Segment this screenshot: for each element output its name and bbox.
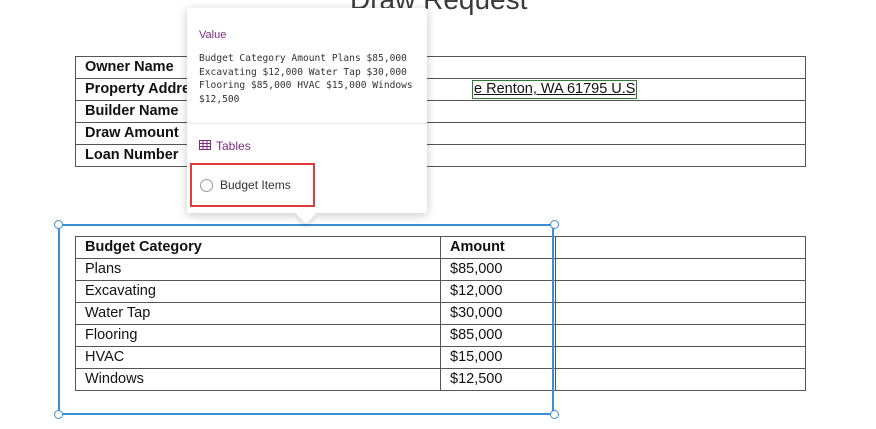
column-header-empty <box>555 236 806 259</box>
value-popup: Value Budget Category Amount Plans $85,0… <box>187 8 427 224</box>
selection-frame[interactable] <box>58 224 554 415</box>
table-row: Owner Name <box>75 56 806 79</box>
table-row: Property Address e Renton, WA 61795 U.S <box>75 78 806 101</box>
empty-cell <box>555 346 806 369</box>
popup-pointer <box>296 204 316 224</box>
budget-items-label: Budget Items <box>220 178 291 192</box>
tables-label: Tables <box>216 139 251 153</box>
resize-handle-top-right[interactable] <box>550 220 559 229</box>
tables-section[interactable]: Tables <box>199 139 251 153</box>
empty-cell <box>555 368 806 391</box>
budget-items-option[interactable]: Budget Items <box>190 163 315 207</box>
empty-cell <box>555 324 806 347</box>
popup-value-text: Budget Category Amount Plans $85,000 Exc… <box>199 53 413 105</box>
table-icon <box>199 139 211 153</box>
popup-divider <box>187 123 427 124</box>
resize-handle-top-left[interactable] <box>54 220 63 229</box>
resize-handle-bottom-right[interactable] <box>550 410 559 419</box>
property-address-value[interactable]: e Renton, WA 61795 U.S <box>472 80 638 99</box>
empty-cell <box>555 302 806 325</box>
empty-cell <box>555 258 806 281</box>
table-row: Loan Number <box>75 144 806 167</box>
popup-header: Value <box>199 29 227 41</box>
resize-handle-bottom-left[interactable] <box>54 410 63 419</box>
radio-icon[interactable] <box>200 178 213 192</box>
property-info-table: Owner Name Property Address e Renton, WA… <box>75 56 806 167</box>
table-row: Draw Amount <box>75 122 806 145</box>
table-row: Builder Name <box>75 100 806 123</box>
empty-cell <box>555 280 806 303</box>
